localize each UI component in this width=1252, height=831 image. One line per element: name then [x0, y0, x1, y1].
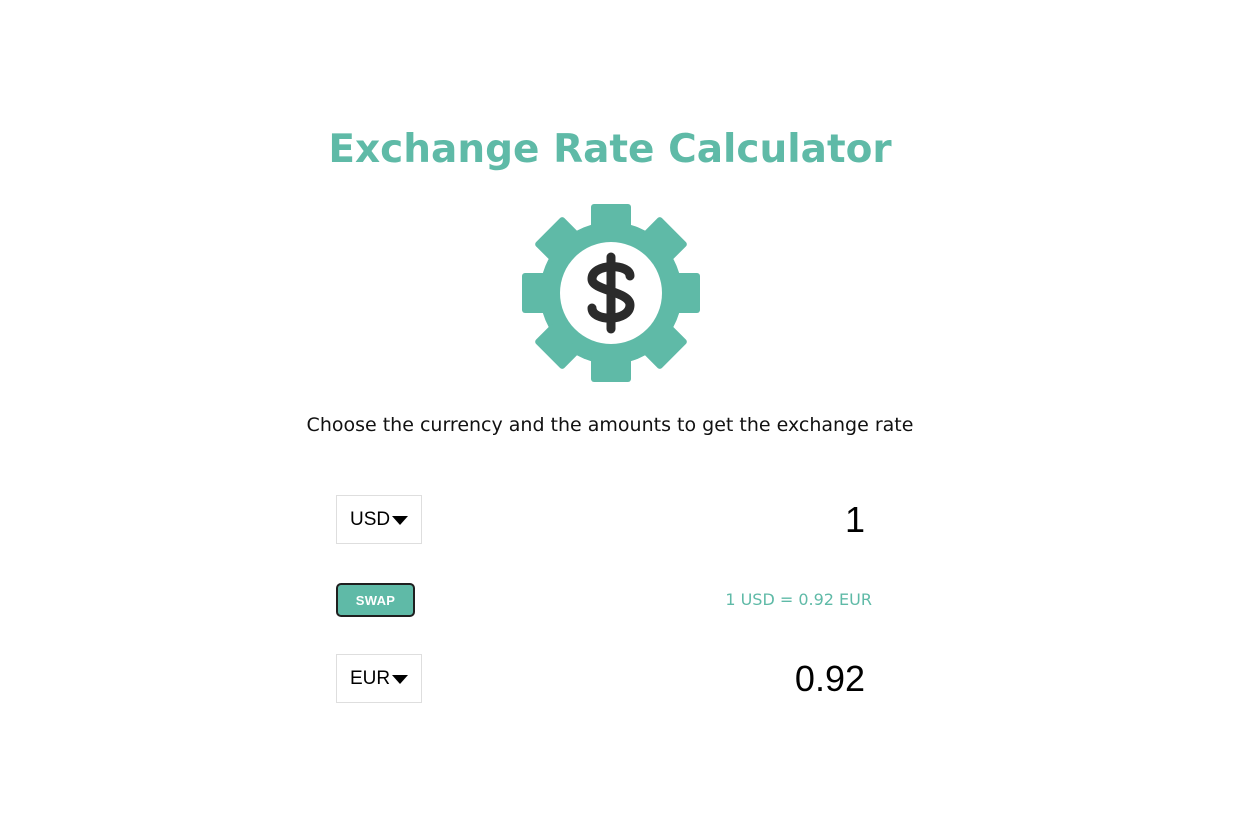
caret-down-icon: [392, 515, 409, 525]
amount-one-input[interactable]: [560, 499, 865, 541]
page-title: Exchange Rate Calculator: [328, 127, 892, 172]
swap-button[interactable]: SWAP: [336, 583, 415, 617]
currency-one-value: USD: [350, 508, 391, 530]
gear-dollar-svg: [522, 204, 700, 382]
gear-dollar-icon: [520, 202, 702, 384]
currency-two-value: EUR: [350, 667, 391, 689]
exchange-rate-text: 1 USD = 0.92 EUR: [725, 590, 872, 609]
caret-down-icon: [392, 674, 409, 684]
amount-two-input[interactable]: [560, 658, 865, 700]
instructions-text: Choose the currency and the amounts to g…: [306, 414, 914, 436]
currency-two-select[interactable]: EUR: [336, 654, 422, 703]
currency-one-select[interactable]: USD: [336, 495, 422, 544]
